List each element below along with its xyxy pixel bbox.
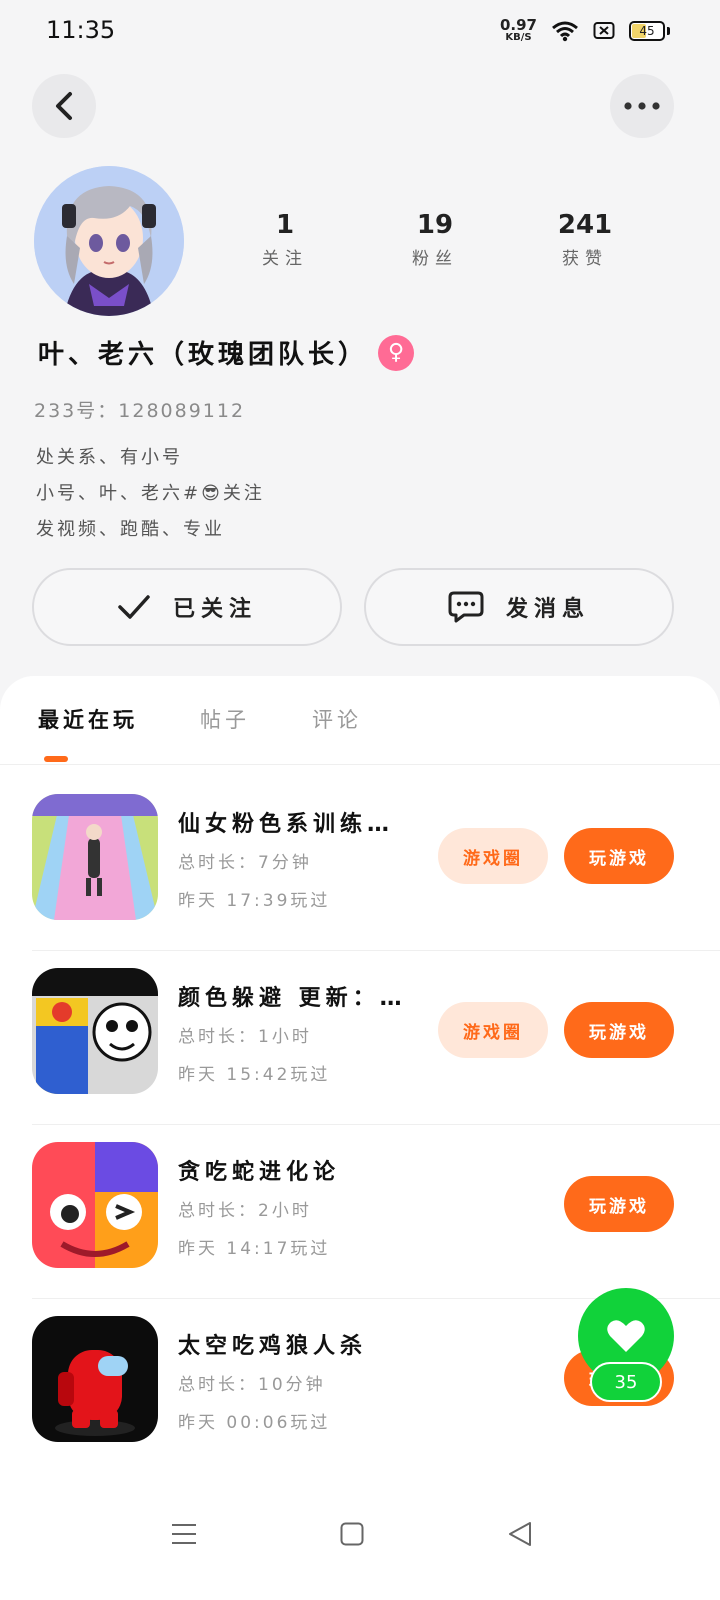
bio-line: 小号、叶、老六#😎关注 [36,483,265,504]
send-message-label: 发消息 [505,597,590,622]
username-row: 叶、老六（玫瑰团队长） ♀ [38,334,415,371]
game-title: 贪吃蛇进化论 [178,1160,341,1185]
game-duration: 总时长：10分钟 [178,1375,326,1395]
avatar[interactable] [34,166,184,316]
avatar-image [34,166,184,316]
active-tab-indicator [44,756,68,762]
list-item[interactable]: 贪吃蛇进化论 总时长：2小时 昨天 14:17玩过 玩游戏 [0,1124,720,1298]
profile-tabs: 最近在玩 帖子 评论 [38,704,362,752]
menu-icon [172,1524,196,1544]
game-last-played: 昨天 15:42玩过 [178,1065,331,1085]
back-triangle-icon [509,1522,531,1546]
game-last-played: 昨天 17:39玩过 [178,891,331,911]
back-arrow-icon [56,92,72,120]
profile-stats: 1 关注 19 粉丝 241 获赞 [210,210,660,269]
more-dots-icon [624,102,660,110]
followed-button[interactable]: 已关注 [32,568,342,646]
game-icon [32,968,158,1094]
network-speed-unit: KB/S [505,32,532,43]
status-time: 11:35 [46,16,116,44]
tab-posts[interactable]: 帖子 [200,704,250,752]
status-icons: 0.97 KB/S 45 [500,18,670,43]
sim-disabled-icon [593,21,615,39]
tab-comments[interactable]: 评论 [312,704,362,752]
battery-level: 45 [639,23,655,38]
like-count: 35 [590,1362,662,1402]
game-circle-button[interactable]: 游戏圈 [438,1002,548,1058]
stat-fans[interactable]: 19 粉丝 [360,210,510,269]
female-gender-icon: ♀ [378,334,415,371]
username: 叶、老六（玫瑰团队长） [38,340,369,370]
play-game-button[interactable]: 玩游戏 [564,1002,674,1058]
wifi-icon [552,21,578,41]
stat-following[interactable]: 1 关注 [210,210,360,269]
profile-bio: 处关系、有小号 小号、叶、老六#😎关注 发视频、跑酷、专业 [36,440,265,548]
list-item[interactable]: 颜色躲避 更新：… 总时长：1小时 昨天 15:42玩过 游戏圈 玩游戏 [0,950,720,1124]
play-game-button[interactable]: 玩游戏 [564,1176,674,1232]
game-icon [32,1316,158,1442]
battery-icon: 45 [629,20,665,41]
game-last-played: 昨天 14:17玩过 [178,1239,331,1259]
stat-following-label: 关注 [262,249,308,269]
more-options-button[interactable] [610,74,674,138]
system-nav-bar [0,1476,720,1600]
game-title: 仙女粉色系训练… [178,812,395,837]
back-button[interactable] [32,74,96,138]
status-bar: 11:35 0.97 KB/S 45 [0,0,720,64]
home-square-icon [340,1522,364,1546]
game-duration: 总时长：7分钟 [178,853,312,873]
game-icon [32,794,158,920]
network-speed: 0.97 KB/S [500,18,537,43]
tabs-divider [0,764,720,765]
system-back-button[interactable] [498,1512,542,1556]
stat-fans-label: 粉丝 [412,249,458,269]
battery-tip [667,26,670,35]
heart-icon [607,1320,645,1352]
list-item[interactable]: 仙女粉色系训练… 总时长：7分钟 昨天 17:39玩过 游戏圈 玩游戏 [0,776,720,950]
stat-likes-count: 241 [557,210,613,240]
message-bubble-icon [448,591,484,623]
game-duration: 总时长：1小时 [178,1027,312,1047]
game-title: 太空吃鸡狼人杀 [178,1334,368,1359]
game-last-played: 昨天 00:06玩过 [178,1413,331,1433]
game-circle-button[interactable]: 游戏圈 [438,828,548,884]
stat-fans-count: 19 [416,210,454,240]
recent-apps-button[interactable] [162,1512,206,1556]
game-duration: 总时长：2小时 [178,1201,312,1221]
bio-line: 发视频、跑酷、专业 [36,519,225,540]
game-icon [32,1142,158,1268]
network-speed-value: 0.97 [499,16,537,34]
home-button[interactable] [330,1512,374,1556]
play-game-button[interactable]: 玩游戏 [564,828,674,884]
user-id: 233号：128089112 [34,400,246,422]
tab-recently-played[interactable]: 最近在玩 [38,704,138,752]
send-message-button[interactable]: 发消息 [364,568,674,646]
stat-likes[interactable]: 241 获赞 [510,210,660,269]
stat-likes-label: 获赞 [562,249,608,269]
stat-following-count: 1 [275,210,295,240]
game-title: 颜色躲避 更新：… [178,986,407,1011]
followed-label: 已关注 [172,597,257,622]
bio-line: 处关系、有小号 [36,447,183,468]
check-icon [118,595,150,619]
